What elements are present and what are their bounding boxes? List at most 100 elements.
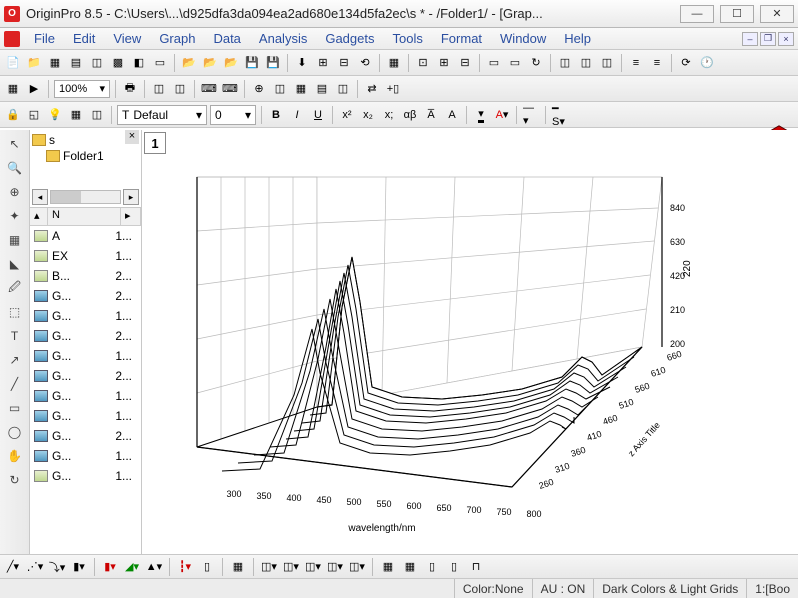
3d-surface-icon[interactable]: ◫▾ xyxy=(282,558,300,576)
cube-icon[interactable]: ◱ xyxy=(25,106,43,124)
list-item[interactable]: G...2... xyxy=(30,426,141,446)
column-plot-icon[interactable]: ▮▾ xyxy=(70,558,88,576)
palette-icon[interactable]: ◫ xyxy=(88,106,106,124)
bar-plot-icon[interactable]: ▮▾ xyxy=(101,558,119,576)
supersub-icon[interactable]: x; xyxy=(380,106,398,124)
list-item[interactable]: G...2... xyxy=(30,286,141,306)
menu-format[interactable]: Format xyxy=(433,29,490,48)
line-plot-icon[interactable]: ╱▾ xyxy=(4,558,22,576)
align2-icon[interactable]: ≡ xyxy=(648,54,666,72)
list-item[interactable]: G...1... xyxy=(30,446,141,466)
greek-icon[interactable]: αβ xyxy=(401,106,419,124)
close-button[interactable]: ✕ xyxy=(760,5,794,23)
menu-help[interactable]: Help xyxy=(556,29,599,48)
linesymbol-icon[interactable]: ⤵▾ xyxy=(48,558,66,576)
grid4-icon[interactable]: ▦ xyxy=(401,558,419,576)
mdi-restore-button[interactable]: ❐ xyxy=(760,32,776,46)
clock-icon[interactable]: 🕐 xyxy=(698,54,716,72)
font-color-icon[interactable]: A▾ xyxy=(493,106,511,124)
menu-window[interactable]: Window xyxy=(492,29,554,48)
menu-file[interactable]: File xyxy=(26,29,63,48)
script-icon[interactable]: ◫ xyxy=(334,80,352,98)
line-style-icon[interactable]: —▾ xyxy=(522,106,540,124)
refresh-icon[interactable]: ↻ xyxy=(527,54,545,72)
list-item[interactable]: EX1... xyxy=(30,246,141,266)
duplicate-icon[interactable]: ▭ xyxy=(506,54,524,72)
list-item[interactable]: G...1... xyxy=(30,386,141,406)
open-icon[interactable]: 📂 xyxy=(180,54,198,72)
tree-folder[interactable]: Folder1 xyxy=(32,148,139,164)
code-builder-icon[interactable]: ⌨ xyxy=(200,80,218,98)
new-folder-icon[interactable]: 📁 xyxy=(25,54,43,72)
import-single-icon[interactable]: ⊞ xyxy=(314,54,332,72)
area-plot-icon[interactable]: ◢▾ xyxy=(123,558,141,576)
grid3-icon[interactable]: ▦ xyxy=(379,558,397,576)
save-project-icon[interactable]: 💾 xyxy=(243,54,261,72)
pan-tool-icon[interactable]: ✋ xyxy=(5,446,25,466)
stock-plot-icon[interactable]: ┇▾ xyxy=(176,558,194,576)
digitizer-icon[interactable]: ⊕ xyxy=(250,80,268,98)
menu-edit[interactable]: Edit xyxy=(65,29,103,48)
recalc-icon[interactable]: ⟳ xyxy=(677,54,695,72)
circle-tool-icon[interactable]: ◯ xyxy=(5,422,25,442)
3d-scatter-icon[interactable]: ◫▾ xyxy=(304,558,322,576)
new-excel-icon[interactable]: ▤ xyxy=(67,54,85,72)
3d-bar-icon[interactable]: ◫▾ xyxy=(260,558,278,576)
save-template-icon[interactable]: 💾 xyxy=(264,54,282,72)
mask-tool-icon[interactable]: ◣ xyxy=(5,254,25,274)
mdi-minimize-button[interactable]: – xyxy=(742,32,758,46)
menu-gadgets[interactable]: Gadgets xyxy=(317,29,382,48)
template-lib-icon[interactable]: ▦ xyxy=(229,558,247,576)
menu-tools[interactable]: Tools xyxy=(385,29,431,48)
font-inc-icon[interactable]: A̅ xyxy=(422,106,440,124)
add-layer-icon[interactable]: ⊞ xyxy=(435,54,453,72)
text-tool-icon[interactable]: T xyxy=(5,326,25,346)
maximize-button[interactable]: ☐ xyxy=(720,5,754,23)
new-workbook-icon[interactable]: ▦ xyxy=(46,54,64,72)
menu-analysis[interactable]: Analysis xyxy=(251,29,315,48)
batch-icon[interactable]: ▦ xyxy=(385,54,403,72)
layer1-icon[interactable]: ◫ xyxy=(556,54,574,72)
list-item[interactable]: A1... xyxy=(30,226,141,246)
line-width-icon[interactable]: ━ S▾ xyxy=(551,106,569,124)
zoom-tool-icon[interactable]: 🔍 xyxy=(5,158,25,178)
data-reader-icon[interactable]: ✦ xyxy=(5,206,25,226)
list-item[interactable]: G...2... xyxy=(30,366,141,386)
tree-scroll-right[interactable]: ▸ xyxy=(123,189,139,205)
contour-icon[interactable]: ◫▾ xyxy=(348,558,366,576)
align-l-icon[interactable]: ▯ xyxy=(423,558,441,576)
line-tool-icon[interactable]: ╱ xyxy=(5,374,25,394)
reimport-icon[interactable]: ⟲ xyxy=(356,54,374,72)
import-multi-icon[interactable]: ⊟ xyxy=(335,54,353,72)
list-item[interactable]: G...2... xyxy=(30,326,141,346)
italic-icon[interactable]: I xyxy=(288,106,306,124)
arrow-tool-icon[interactable]: ↗ xyxy=(5,350,25,370)
explorer-close-button[interactable]: × xyxy=(125,130,139,144)
pointer-tool-icon[interactable]: ↖ xyxy=(5,134,25,154)
import-wizard-icon[interactable]: ⬇ xyxy=(293,54,311,72)
layer2-icon[interactable]: ◫ xyxy=(577,54,595,72)
list-item[interactable]: G...1... xyxy=(30,346,141,366)
text-color-icon[interactable]: ▾ xyxy=(472,106,490,124)
rect-tool-icon[interactable]: ▭ xyxy=(5,398,25,418)
hdr-scroll-right[interactable]: ▸ xyxy=(121,208,141,225)
layer3-icon[interactable]: ◫ xyxy=(598,54,616,72)
tree-root[interactable]: s xyxy=(32,132,139,148)
print-icon[interactable]: 🖶 xyxy=(121,80,139,98)
align-t-icon[interactable]: ⊓ xyxy=(467,558,485,576)
grid-icon[interactable]: ▦ xyxy=(67,106,85,124)
layer-mgmt-icon[interactable]: ◫ xyxy=(150,80,168,98)
scale-icon[interactable]: ◫ xyxy=(271,80,289,98)
menu-graph[interactable]: Graph xyxy=(151,29,203,48)
graph-canvas[interactable]: 300350400450500550600650700750800 wavele… xyxy=(142,130,798,554)
layer-tab-1[interactable]: 1 xyxy=(144,132,166,154)
new-graph-icon[interactable]: ◫ xyxy=(88,54,106,72)
menu-data[interactable]: Data xyxy=(205,29,248,48)
hdr-name-col[interactable]: N xyxy=(48,208,121,225)
3d-wire-icon[interactable]: ◫▾ xyxy=(326,558,344,576)
font-name-combo[interactable]: T Defaul▾ xyxy=(117,105,207,125)
align-icon[interactable]: ≡ xyxy=(627,54,645,72)
add-column-icon[interactable]: +▯ xyxy=(384,80,402,98)
tree-scroll-left[interactable]: ◂ xyxy=(32,189,48,205)
slide-icon[interactable]: ◫ xyxy=(171,80,189,98)
